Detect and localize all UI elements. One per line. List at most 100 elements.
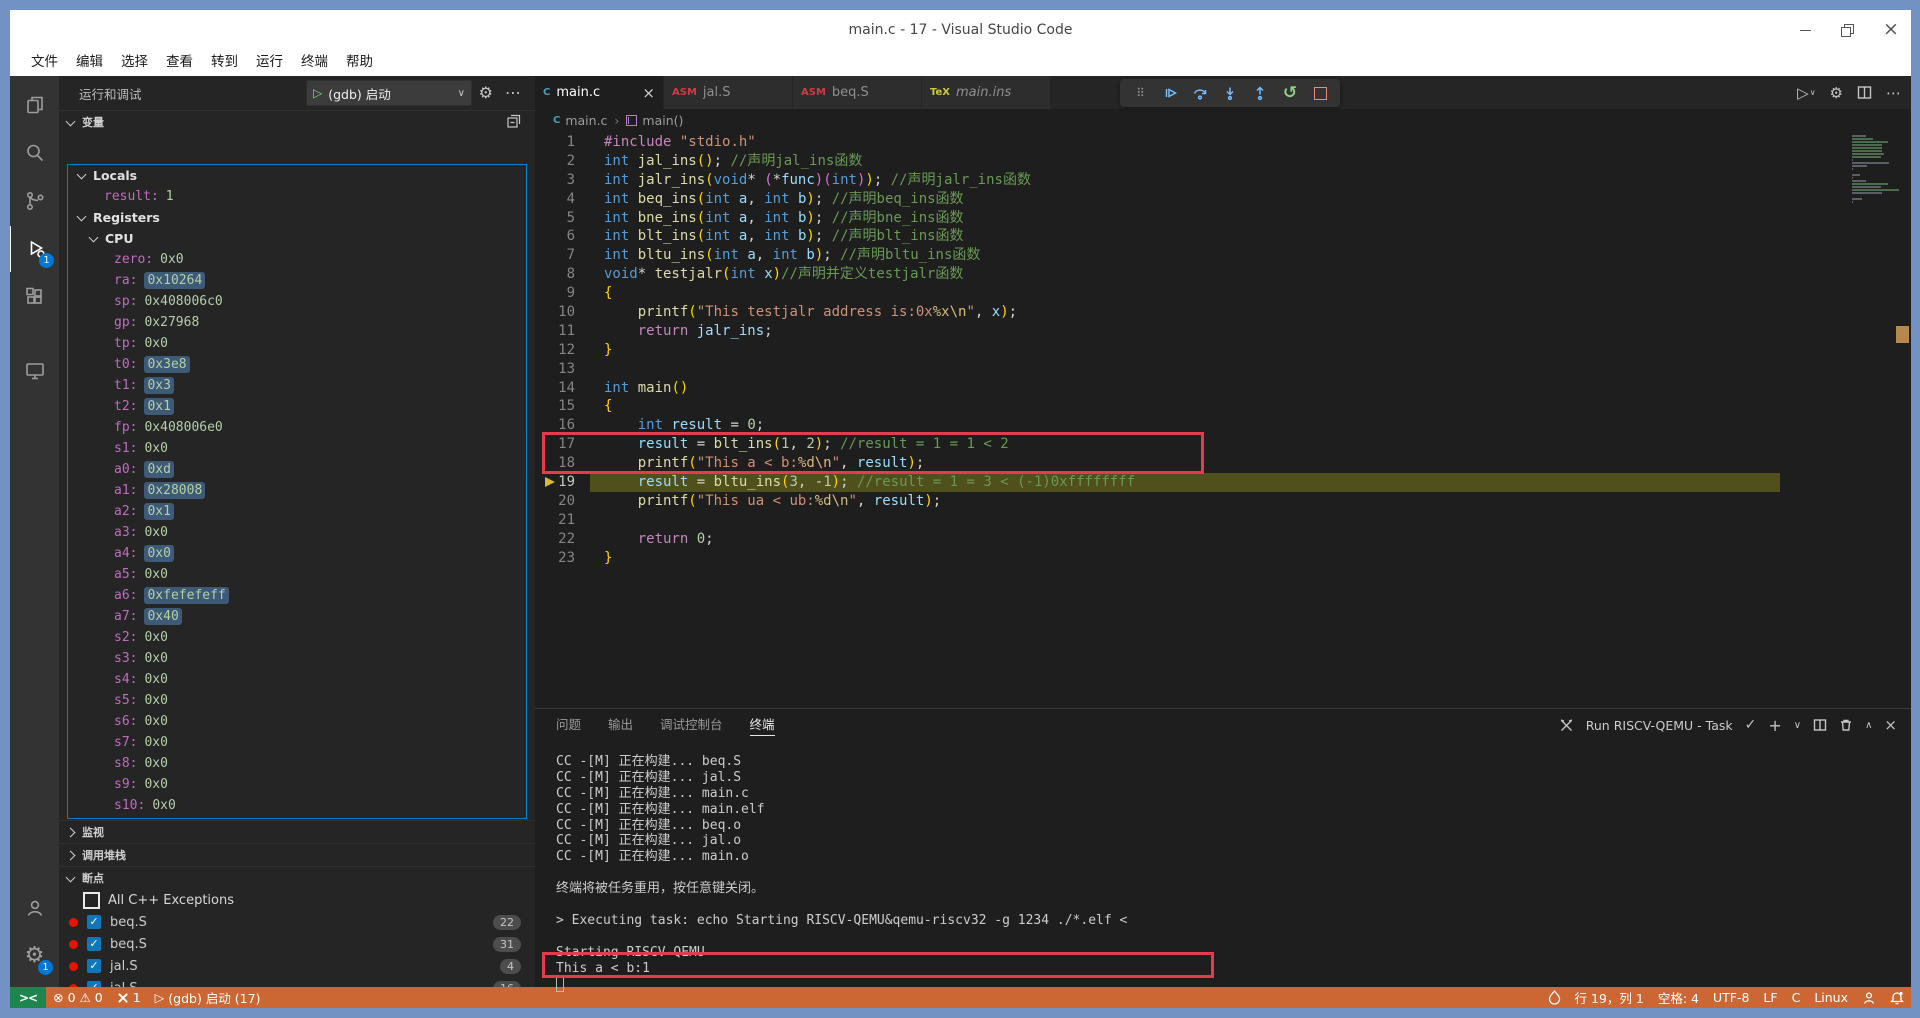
- kill-terminal-icon[interactable]: [1839, 718, 1853, 732]
- variable-row[interactable]: a6:0xfefefeff: [68, 585, 526, 606]
- variable-row[interactable]: tp:0x0: [68, 333, 526, 354]
- code-line[interactable]: 6int blt_ins(int a, int b); //声明blt_ins函…: [535, 227, 1911, 246]
- variable-row[interactable]: t1:0x3: [68, 375, 526, 396]
- code-line[interactable]: 19 result = bltu_ins(3, -1); //result = …: [535, 473, 1911, 492]
- variable-row[interactable]: s8:0x0: [68, 753, 526, 774]
- indentation-status[interactable]: 空格: 4: [1651, 987, 1706, 1008]
- new-terminal-icon[interactable]: +: [1768, 716, 1781, 735]
- code-line[interactable]: 2int jal_ins(); //声明jal_ins函数: [535, 152, 1911, 171]
- variable-row[interactable]: a7:0x40: [68, 606, 526, 627]
- panel-tab-终端[interactable]: 终端: [750, 709, 775, 741]
- variable-row[interactable]: sp:0x408006c0: [68, 291, 526, 312]
- toolbar-grip-icon[interactable]: ⠿: [1128, 81, 1152, 105]
- editor-tab-beq.S[interactable]: ASMbeq.S: [793, 76, 921, 109]
- restore-icon[interactable]: [1841, 23, 1855, 37]
- editor-tab-main.c[interactable]: Cmain.c×: [535, 76, 663, 109]
- variable-row[interactable]: a0:0xd: [68, 459, 526, 480]
- breakpoint-row[interactable]: ✓beq.S22: [59, 911, 535, 933]
- code-line[interactable]: 8void* testjalr(int x)//声明并定义testjalr函数: [535, 265, 1911, 284]
- code-line[interactable]: 22 return 0;: [535, 530, 1911, 549]
- variable-row[interactable]: zero:0x0: [68, 249, 526, 270]
- launch-config-dropdown[interactable]: ▷ (gdb) 启动 ∨: [306, 80, 472, 106]
- variable-row[interactable]: t0:0x3e8: [68, 354, 526, 375]
- panel-tab-输出[interactable]: 输出: [608, 709, 633, 741]
- variable-row[interactable]: a5:0x0: [68, 564, 526, 585]
- code-line[interactable]: 10 printf("This testjalr address is:0x%x…: [535, 303, 1911, 322]
- terminal-output[interactable]: CC -[M] 正在构建... beq.SCC -[M] 正在构建... jal…: [556, 754, 1891, 976]
- start-debug-icon[interactable]: ▷: [313, 86, 322, 100]
- search-icon[interactable]: [10, 130, 59, 176]
- variable-row[interactable]: a3:0x0: [68, 522, 526, 543]
- variable-row[interactable]: a2:0x1: [68, 501, 526, 522]
- notifications-bell-icon[interactable]: [1883, 987, 1911, 1008]
- variable-row[interactable]: t2:0x1: [68, 396, 526, 417]
- tasks-status[interactable]: 1: [110, 987, 148, 1008]
- breakpoints-section-header[interactable]: 断点: [59, 866, 535, 889]
- debug-settings-gear-icon[interactable]: ⚙: [479, 85, 493, 101]
- sidebar-more-icon[interactable]: ⋯: [505, 85, 521, 101]
- menu-item[interactable]: 选择: [112, 49, 157, 76]
- variable-row[interactable]: gp:0x27968: [68, 312, 526, 333]
- continue-icon[interactable]: [1158, 81, 1182, 105]
- menu-item[interactable]: 终端: [292, 49, 337, 76]
- breakpoint-row[interactable]: ✓jal.S4: [59, 955, 535, 977]
- breakpoint-checkbox[interactable]: ✓: [87, 937, 101, 951]
- code-line[interactable]: 15{: [535, 397, 1911, 416]
- variable-row[interactable]: s2:0x0: [68, 627, 526, 648]
- editor-tab-main.ins[interactable]: TeXmain.ins: [922, 76, 1050, 109]
- breakpoint-checkbox[interactable]: ✓: [87, 915, 101, 929]
- variable-row[interactable]: s5:0x0: [68, 690, 526, 711]
- close-panel-icon[interactable]: ×: [1884, 716, 1897, 734]
- terminal-task-label[interactable]: Run RISCV-QEMU - Task: [1586, 718, 1733, 733]
- language-mode[interactable]: C: [1785, 987, 1808, 1008]
- code-line[interactable]: 20 printf("This ua < ub:%d\n", result);: [535, 492, 1911, 511]
- feedback-icon[interactable]: [1855, 987, 1883, 1008]
- source-control-icon[interactable]: [10, 178, 59, 224]
- minimize-icon[interactable]: [1799, 23, 1813, 37]
- variable-row[interactable]: result:1: [68, 186, 526, 207]
- breakpoint-checkbox[interactable]: ✓: [87, 981, 101, 987]
- settings-gear-icon[interactable]: ⚙ 1: [10, 933, 59, 979]
- variable-row[interactable]: fp:0x408006e0: [68, 417, 526, 438]
- flame-icon[interactable]: [1541, 987, 1568, 1008]
- code-line[interactable]: 21: [535, 511, 1911, 530]
- variable-row[interactable]: s1:0x0: [68, 438, 526, 459]
- variable-row[interactable]: s6:0x0: [68, 711, 526, 732]
- panel-tab-调试控制台[interactable]: 调试控制台: [660, 709, 723, 741]
- code-line[interactable]: 4int beq_ins(int a, int b); //声明beq_ins函…: [535, 190, 1911, 209]
- terminal-dropdown-icon[interactable]: ∨: [1794, 720, 1801, 731]
- code-line[interactable]: 7int bltu_ins(int a, int b); //声明bltu_in…: [535, 246, 1911, 265]
- code-line[interactable]: 9{: [535, 284, 1911, 303]
- menu-item[interactable]: 查看: [157, 49, 202, 76]
- watch-section-header[interactable]: 监视: [59, 820, 535, 843]
- tab-close-icon[interactable]: ×: [642, 84, 655, 102]
- os-status[interactable]: Linux: [1807, 987, 1855, 1008]
- split-terminal-icon[interactable]: [1813, 718, 1827, 732]
- split-editor-icon[interactable]: [1857, 85, 1872, 100]
- code-line[interactable]: 13: [535, 360, 1911, 379]
- collapse-all-icon[interactable]: [507, 114, 521, 131]
- run-debug-icon[interactable]: 1: [10, 226, 60, 272]
- tree-section-row[interactable]: Locals: [68, 165, 526, 186]
- code-line[interactable]: 23}: [535, 549, 1911, 568]
- variable-row[interactable]: s9:0x0: [68, 774, 526, 795]
- variables-section-header[interactable]: 变量: [59, 110, 535, 133]
- cursor-position[interactable]: 行 19，列 1: [1568, 987, 1651, 1008]
- variable-row[interactable]: a1:0x28008: [68, 480, 526, 501]
- restart-icon[interactable]: ↺: [1278, 81, 1302, 105]
- menu-item[interactable]: 转到: [202, 49, 247, 76]
- debug-session-status[interactable]: ▷ (gdb) 启动 (17): [148, 987, 268, 1008]
- exceptions-row[interactable]: All C++ Exceptions: [59, 889, 535, 911]
- editor-more-icon[interactable]: ⋯: [1886, 84, 1901, 102]
- variable-row[interactable]: a4:0x0: [68, 543, 526, 564]
- breakpoint-row[interactable]: ✓beq.S31: [59, 933, 535, 955]
- menu-item[interactable]: 帮助: [337, 49, 382, 76]
- callstack-section-header[interactable]: 调用堆栈: [59, 843, 535, 866]
- step-into-icon[interactable]: [1218, 81, 1242, 105]
- step-over-icon[interactable]: [1188, 81, 1212, 105]
- variable-row[interactable]: s7:0x0: [68, 732, 526, 753]
- code-line[interactable]: 12}: [535, 341, 1911, 360]
- code-line[interactable]: 1#include "stdio.h": [535, 133, 1911, 152]
- stop-icon[interactable]: [1308, 81, 1332, 105]
- editor-tab-jal.S[interactable]: ASMjal.S: [664, 76, 792, 109]
